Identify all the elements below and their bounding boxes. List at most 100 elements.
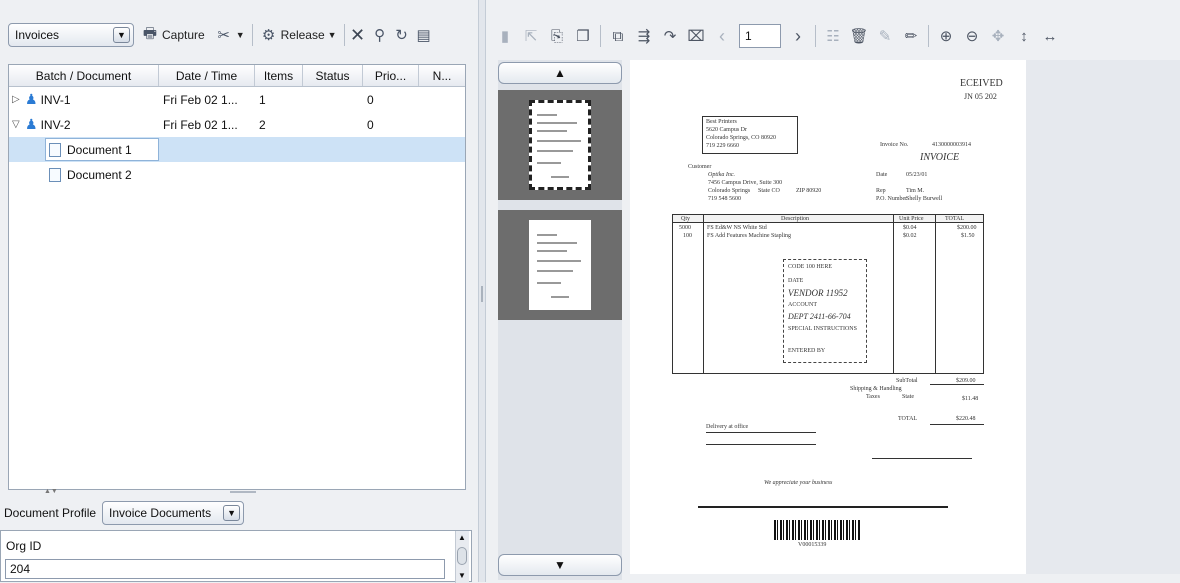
table-row[interactable]: ▷ ♟ INV-1 Fri Feb 02 1... 1 0: [9, 87, 465, 112]
zoom-in-icon[interactable]: ⊕: [937, 27, 955, 45]
vendor-phone: 719 229 6660: [706, 143, 739, 149]
rotate-page-icon[interactable]: ↷: [661, 27, 679, 45]
line-total: $1.50: [961, 233, 975, 239]
page-thumbnail-2[interactable]: [498, 210, 622, 320]
column-header[interactable]: Items: [255, 65, 303, 86]
thumbnail-strip: ▲ ▼: [498, 60, 622, 580]
invoice-no-label: Invoice No.: [880, 142, 909, 148]
trash-icon[interactable]: 🗑: [849, 27, 868, 45]
new-document-icon[interactable]: ▮: [496, 27, 514, 45]
invoice-date: 05/23/01: [906, 172, 928, 178]
document-profile-value: Invoice Documents: [109, 506, 212, 520]
zoom-out-icon[interactable]: ⊖: [963, 27, 981, 45]
column-header[interactable]: N...: [419, 65, 465, 86]
batch-toolbar: Invoices ▼ 🖶 Capture ✂ ▼ ⚙ Release ▼ ✕ ⚲…: [8, 20, 470, 50]
toolbar-separator: [251, 24, 253, 46]
line-description: FS Ed&W NS White Std: [707, 225, 767, 231]
document-icon: [49, 142, 61, 157]
stamp-line: ACCOUNT: [788, 302, 818, 308]
toolbar-separator: [928, 25, 929, 47]
previous-page-icon[interactable]: ‹: [713, 26, 731, 46]
batch-icon: ♟: [25, 91, 38, 107]
gear-icon: ⚙: [261, 27, 276, 44]
split-document-icon[interactable]: ⎘: [548, 27, 566, 45]
annotation-icon[interactable]: ✎: [876, 27, 894, 45]
column-header[interactable]: Batch / Document: [9, 65, 159, 86]
pencil-icon[interactable]: ✏: [902, 27, 920, 45]
tools-menu-button[interactable]: ✂ ▼: [212, 23, 248, 47]
chevron-down-icon[interactable]: ▼: [113, 27, 130, 43]
capture-label: Capture: [162, 28, 205, 42]
unit-price-header: Unit Price: [899, 216, 924, 222]
next-page-icon[interactable]: ›: [789, 26, 807, 46]
column-header[interactable]: Date / Time: [159, 65, 255, 86]
delete-icon[interactable]: ✕: [349, 25, 367, 45]
ocr-icon[interactable]: ☷: [824, 27, 842, 45]
split-pane-divider[interactable]: [478, 0, 486, 582]
merge-pages-icon[interactable]: ⧉: [609, 27, 627, 45]
collapse-icon[interactable]: ▽: [12, 119, 22, 130]
customer-state: State CO: [758, 188, 780, 194]
viewer-toolbar: ▮ ⇱ ⎘ ❐ ⧉ ⇶ ↷ ⌧ ‹ 1 › ☷ 🗑 ✎ ✏ ⊕ ⊖ ✥ ↕ ↔: [492, 22, 1180, 50]
received-date-stamp: JN 05 202: [964, 92, 997, 101]
wrench-icon: ✂: [217, 27, 230, 44]
batch-type-select[interactable]: Invoices ▼: [8, 23, 134, 47]
export-icon[interactable]: ⇱: [522, 27, 540, 45]
expand-icon[interactable]: ▷: [12, 94, 22, 105]
move-page-icon[interactable]: ⇶: [635, 27, 653, 45]
document-profile-select[interactable]: Invoice Documents ▼: [102, 501, 245, 525]
capture-button[interactable]: 🖶 Capture: [138, 23, 208, 47]
invoice-no: 4130000003914: [932, 142, 971, 148]
column-header[interactable]: Status: [303, 65, 363, 86]
release-button[interactable]: ⚙ Release ▼: [257, 23, 340, 47]
scroll-thumb[interactable]: [457, 547, 467, 565]
properties-icon[interactable]: ▤: [415, 26, 433, 44]
org-id-field[interactable]: 204: [5, 559, 445, 579]
pan-icon[interactable]: ✥: [989, 27, 1007, 45]
refresh-icon[interactable]: ↻: [393, 26, 411, 44]
customer-label: Customer: [688, 164, 712, 170]
panel-splitter[interactable]: ▲▼: [30, 488, 470, 496]
table-row[interactable]: ▽ ♟ INV-2 Fri Feb 02 1... 2 0: [9, 112, 465, 137]
document-viewer[interactable]: ECEIVED JN 05 202 Best Printers 5620 Cam…: [630, 60, 1026, 574]
fit-height-icon[interactable]: ↕: [1015, 27, 1033, 45]
search-icon[interactable]: ⚲: [371, 26, 389, 44]
po-label: P.O. Number: [876, 196, 908, 202]
page-thumbnail-1[interactable]: [498, 90, 622, 200]
chevron-down-icon[interactable]: ▼: [223, 505, 241, 521]
line-unit-price: $0.04: [903, 225, 917, 231]
fit-width-icon[interactable]: ↔: [1041, 27, 1059, 45]
delete-page-icon[interactable]: ⌧: [687, 27, 705, 45]
subtotal-label: SubTotal: [896, 378, 918, 384]
batch-priority: 0: [367, 92, 374, 107]
vertical-scrollbar[interactable]: ▲ ▼: [455, 531, 469, 583]
thumbnail-image: [529, 220, 591, 310]
page-number-field[interactable]: 1: [739, 24, 781, 48]
batch-name: INV-1: [40, 92, 71, 107]
batch-priority: 0: [367, 117, 374, 132]
barcode-number: V00015339: [798, 542, 827, 548]
viewer-background: [1026, 60, 1180, 574]
scroll-up-icon[interactable]: ▲: [458, 533, 466, 542]
vendor-name: Best Printers: [706, 119, 737, 125]
tree-document-row[interactable]: Document 2: [9, 162, 465, 187]
tree-document-row[interactable]: Document 1: [9, 137, 465, 162]
stamp-line: DATE: [788, 278, 804, 284]
total-label: TOTAL: [898, 416, 918, 422]
invoice-title: INVOICE: [920, 152, 960, 163]
batch-type-value: Invoices: [15, 28, 60, 42]
total-header: TOTAL: [945, 216, 965, 222]
thumbnail-scroll-up-button[interactable]: ▲: [498, 62, 622, 84]
document-name: Document 1: [67, 142, 132, 157]
line-items-table: Qty Description Unit Price TOTAL 5000 FS…: [672, 214, 984, 374]
received-stamp: ECEIVED: [960, 78, 1003, 89]
taxes-state: State: [902, 394, 914, 400]
batch-name: INV-2: [40, 117, 71, 132]
toolbar-separator: [815, 25, 816, 47]
scroll-down-icon[interactable]: ▼: [458, 571, 466, 580]
thumbnail-scroll-down-button[interactable]: ▼: [498, 554, 622, 576]
document-profile-label: Document Profile: [4, 506, 97, 520]
column-header[interactable]: Prio...: [363, 65, 419, 86]
line-total: $200.00: [957, 225, 977, 231]
copy-page-icon[interactable]: ❐: [574, 27, 592, 45]
